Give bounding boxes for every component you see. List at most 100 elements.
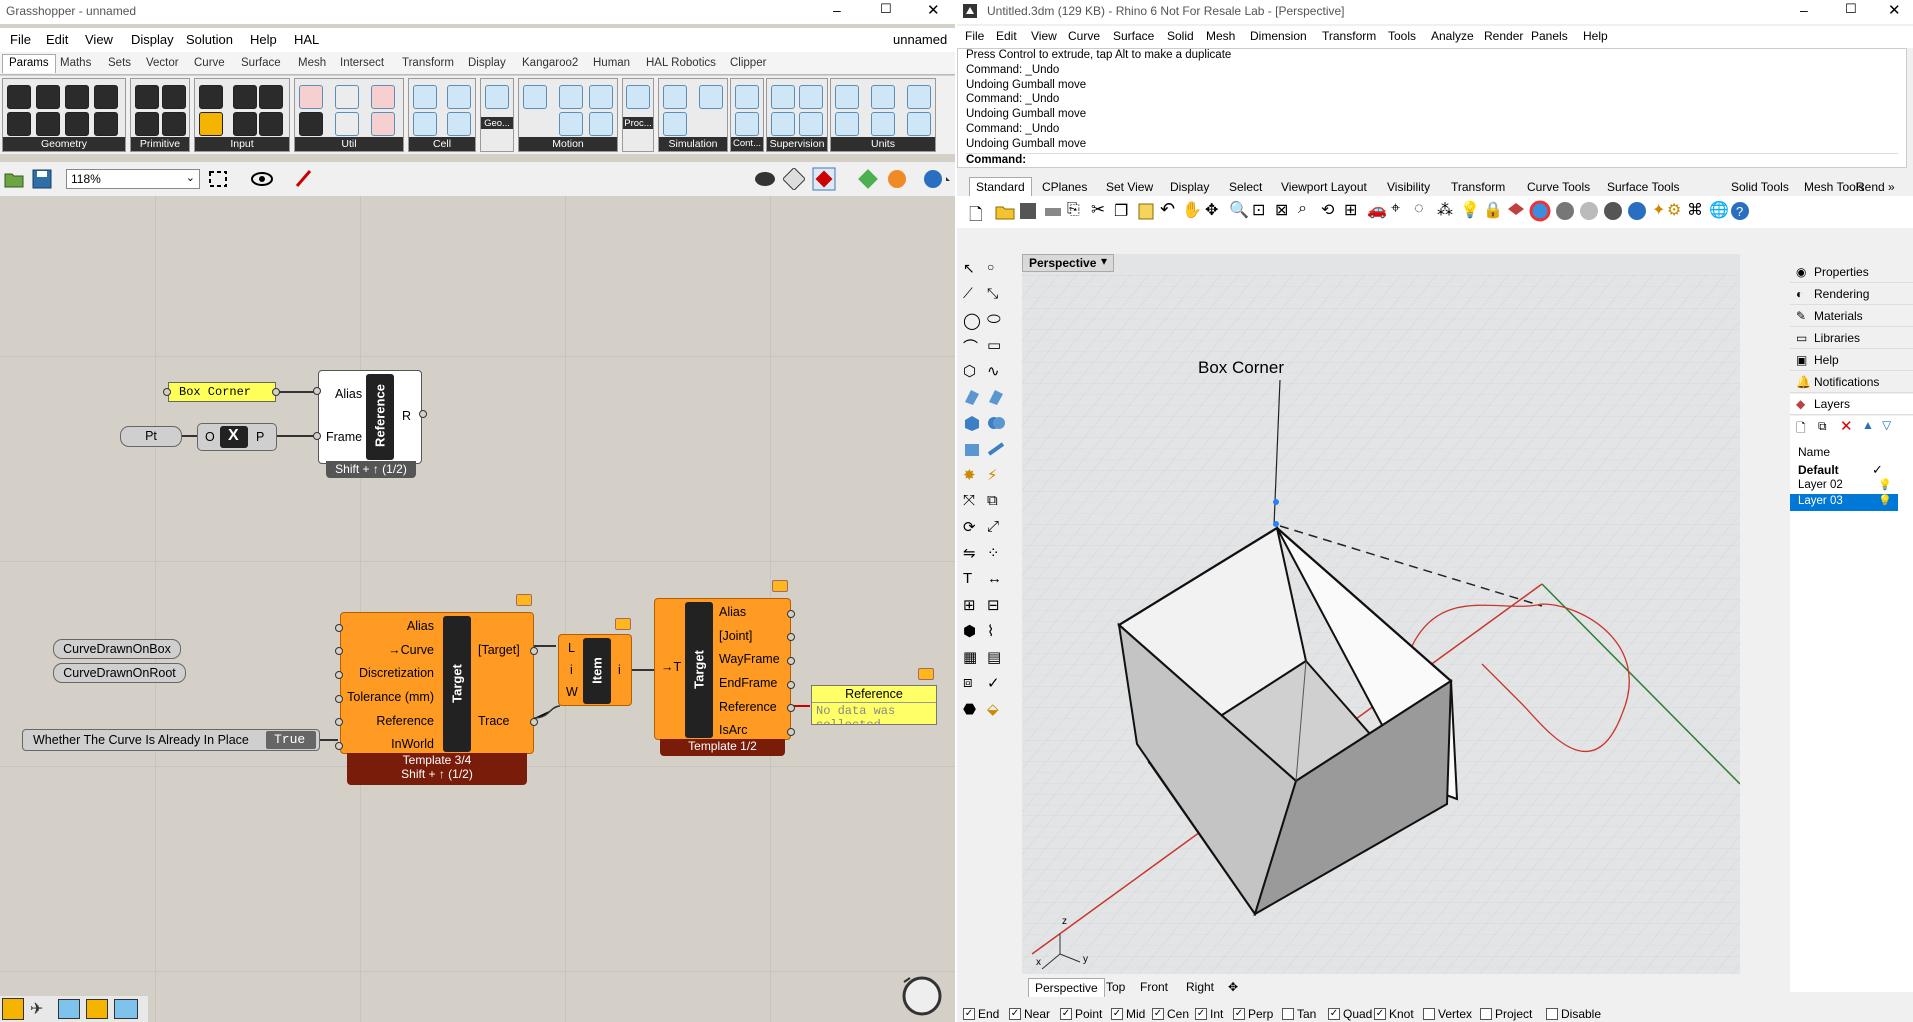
zoom-combo[interactable]: 118% ⌄ (66, 169, 200, 189)
settings-gear-icon[interactable]: ⚙ (1667, 200, 1681, 220)
move-up-icon[interactable]: ▲ (1862, 418, 1874, 432)
message-balloon-icon[interactable] (615, 618, 631, 630)
group-icon[interactable]: ⊟ (987, 596, 1000, 614)
unit-force-icon[interactable] (907, 112, 931, 136)
preview-eye-icon[interactable] (250, 171, 278, 187)
array-icon[interactable]: ⁘ (987, 544, 1000, 562)
menu-surface[interactable]: Surface (1113, 29, 1154, 43)
tab-clipper[interactable]: Clipper (730, 57, 766, 69)
close-button[interactable]: ✕ (1888, 1, 1901, 19)
panel-materials[interactable]: ✎ Materials (1790, 306, 1913, 327)
tab-perspective[interactable]: Perspective (1028, 978, 1105, 997)
cherry-icon[interactable] (299, 85, 323, 109)
osnap-icon[interactable]: ⌖ (1391, 200, 1400, 218)
procedure-icon[interactable] (626, 85, 650, 109)
motion-move-icon[interactable] (523, 85, 547, 109)
curve-param-icon[interactable] (65, 85, 89, 109)
grid-snap-icon[interactable]: ◌ (1414, 200, 1424, 218)
tab-human[interactable]: Human (593, 57, 630, 69)
paste-icon[interactable] (1137, 202, 1155, 220)
tab-more[interactable]: Rend » (1856, 180, 1895, 194)
osnap-quad[interactable]: ✓ Quad (1328, 1007, 1372, 1021)
analyze-tool-icon[interactable]: ⌇ (987, 622, 994, 640)
pt-param[interactable]: Pt (120, 426, 182, 447)
menu-edit[interactable]: Edit (46, 32, 68, 47)
preview-shaded-icon[interactable] (754, 168, 776, 190)
osnap-end[interactable]: ✓ End (963, 1007, 999, 1021)
gh-canvas[interactable]: Box Corner Pt O X P Alias Frame Referenc… (0, 196, 955, 1022)
save-icon[interactable] (1019, 202, 1037, 220)
tab-maths[interactable]: Maths (60, 57, 91, 69)
download-icon[interactable] (58, 999, 80, 1019)
rectangle-icon[interactable]: ▭ (987, 336, 1001, 354)
grasshopper-icon[interactable]: ⌘ (1687, 200, 1703, 220)
gradient-input-icon[interactable] (199, 112, 223, 136)
sketch-pen-icon[interactable] (294, 168, 314, 190)
open-file-icon[interactable] (4, 170, 24, 188)
shaded-sphere-icon[interactable] (1578, 200, 1600, 222)
reference-component[interactable]: Alias Frame Reference R (318, 370, 422, 464)
osnap-mid[interactable]: ✓ Mid (1111, 1007, 1145, 1021)
zoom-extents-icon[interactable]: ⊠ (1275, 200, 1288, 220)
layer-row-layer-02[interactable]: Layer 02 (1798, 479, 1843, 491)
new-layer-icon[interactable]: 🗋 (1796, 419, 1806, 440)
tab-front[interactable]: Front (1140, 980, 1168, 994)
command-prompt[interactable]: Command: (966, 152, 1898, 168)
tab-curve-tools[interactable]: Curve Tools (1527, 180, 1590, 194)
tab-display[interactable]: Display (1170, 180, 1209, 194)
data-dam-icon[interactable] (371, 85, 395, 109)
menu-help[interactable]: Help (1583, 29, 1608, 43)
surface-param-icon[interactable] (7, 112, 31, 136)
menu-solution[interactable]: Solution (186, 32, 233, 47)
controller-signal-icon[interactable] (735, 112, 759, 136)
text-param-icon[interactable] (162, 112, 186, 136)
line-icon[interactable]: ⤡ (987, 285, 998, 302)
panel-libraries[interactable]: ▭ Libraries (1790, 328, 1913, 349)
toggle-input-icon[interactable] (233, 85, 257, 109)
render-sphere-icon[interactable] (1554, 200, 1576, 222)
render-tool-icon[interactable]: ⧈ (963, 674, 973, 691)
tab-hal-robotics[interactable]: HAL Robotics (646, 57, 716, 69)
zoom-selected-icon[interactable]: ⌕ (1298, 200, 1307, 218)
x-vector-component[interactable]: O X P (197, 423, 277, 451)
unit-angle-icon[interactable] (871, 85, 895, 109)
mesh-tool-icon[interactable]: ⬢ (963, 622, 976, 640)
menu-dimension[interactable]: Dimension (1250, 29, 1307, 43)
tab-display[interactable]: Display (468, 57, 506, 69)
bool-toggle[interactable]: Whether The Curve Is Already In Place Tr… (22, 729, 320, 751)
osnap-project[interactable]: Project (1480, 1007, 1532, 1021)
unit-length-icon[interactable] (835, 85, 859, 109)
motion-blend-icon[interactable] (559, 112, 583, 136)
mesh-param-icon[interactable] (36, 112, 60, 136)
menu-view[interactable]: View (85, 32, 113, 47)
menu-hal[interactable]: HAL (294, 32, 319, 47)
osnap-disable[interactable]: Disable (1546, 1007, 1601, 1021)
cell-workpiece-icon[interactable] (447, 112, 471, 136)
reference-panel[interactable]: Reference No data was collected (811, 685, 937, 725)
cluster-icon[interactable] (299, 112, 323, 136)
boolean-union-icon[interactable] (987, 414, 1005, 432)
tab-surface-tools[interactable]: Surface Tools (1607, 180, 1680, 194)
new-sublayer-icon[interactable]: ⧉ (1818, 419, 1827, 434)
help-icon[interactable]: ? (1729, 200, 1751, 222)
tab-surface[interactable]: Surface (241, 57, 281, 69)
menu-transform[interactable]: Transform (1322, 29, 1376, 43)
hierarchy-icon[interactable] (86, 999, 108, 1019)
check-icon[interactable]: ✓ (987, 674, 1000, 692)
menu-tools[interactable]: Tools (1388, 29, 1416, 43)
osnap-tan[interactable]: Tan (1282, 1007, 1316, 1021)
scale-icon[interactable]: ⤢ (987, 518, 999, 535)
delete-layer-icon[interactable]: ✕ (1840, 417, 1853, 435)
mirror-icon[interactable]: ⇋ (963, 544, 976, 562)
rotate-icon[interactable]: ⟳ (963, 518, 976, 536)
zoom-extents-icon[interactable] (208, 170, 230, 188)
box-param-icon[interactable] (94, 112, 118, 136)
tab-cplanes[interactable]: CPlanes (1042, 180, 1087, 194)
extrude-icon[interactable] (963, 440, 981, 458)
osnap-point[interactable]: ✓ Point (1060, 1007, 1102, 1021)
tab-top[interactable]: Top (1106, 980, 1125, 994)
command-history[interactable]: Press Control to extrude, tap Alt to mak… (957, 48, 1907, 168)
menu-solid[interactable]: Solid (1167, 29, 1194, 43)
tab-sets[interactable]: Sets (108, 57, 131, 69)
text-tool-icon[interactable]: T (963, 570, 972, 587)
